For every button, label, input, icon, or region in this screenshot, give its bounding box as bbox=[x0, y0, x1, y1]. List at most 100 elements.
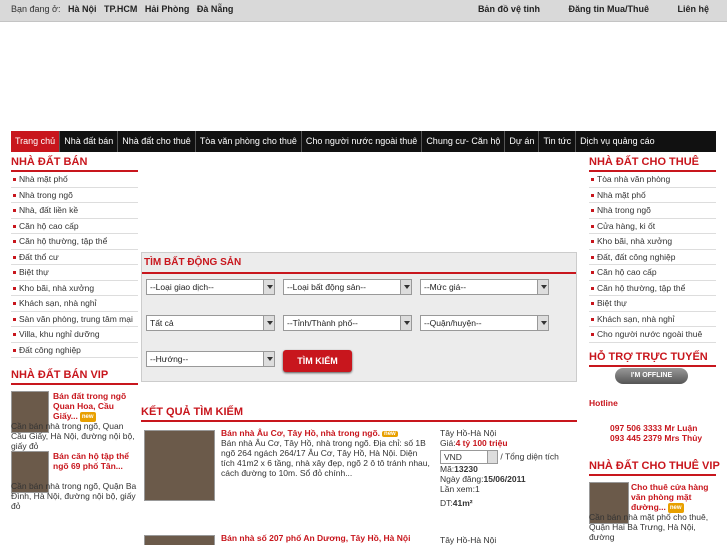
province-select[interactable]: --Tỉnh/Thành phố-- bbox=[283, 315, 412, 331]
chevron-down-icon bbox=[537, 280, 548, 294]
sale-item[interactable]: Đất thổ cư bbox=[11, 250, 138, 265]
category-select[interactable]: Tất cả bbox=[146, 315, 275, 331]
sale-item[interactable]: Khách sạn, nhà nghỉ bbox=[11, 296, 138, 312]
divider bbox=[589, 364, 716, 367]
divider bbox=[11, 383, 138, 385]
post-listing-link[interactable]: Đăng tin Mua/Thuê bbox=[568, 4, 649, 14]
top-bar: Bạn đang ở: Hà Nội TP.HCM Hải Phòng Đà N… bbox=[0, 0, 727, 22]
hotline-label: Hotline bbox=[589, 398, 618, 408]
nav-foreigners[interactable]: Cho người nước ngoài thuê bbox=[302, 131, 423, 152]
nav-for-sale[interactable]: Nhà đất bán bbox=[60, 131, 119, 152]
rent-item[interactable]: Kho bãi, nhà xưởng bbox=[589, 234, 716, 250]
sale-item[interactable]: Nhà trong ngõ bbox=[11, 188, 138, 203]
nav-projects[interactable]: Dự án bbox=[505, 131, 540, 152]
listing-area: DT:41m² bbox=[440, 498, 473, 508]
vip-desc: Cần bán nhà trong ngõ, Quận Ba Đình, Hà … bbox=[11, 481, 137, 511]
new-badge: new bbox=[382, 430, 398, 437]
listing-title[interactable]: Bán nhà số 207 phố An Dương, Tây Hồ, Hà … bbox=[221, 533, 410, 543]
rent-item[interactable]: Nhà trong ngõ bbox=[589, 203, 716, 219]
vip-title[interactable]: Cho thuê cửa hàng văn phòng mặt đường...… bbox=[631, 482, 716, 513]
city-link-hanoi[interactable]: Hà Nội bbox=[68, 4, 97, 14]
listing-location: Tây Hồ-Hà Nội bbox=[440, 428, 497, 438]
city-link-danang[interactable]: Đà Nẵng bbox=[197, 4, 234, 14]
support-heading: HỖ TRỢ TRỰC TUYẾN bbox=[589, 350, 708, 363]
listing-meta: Tây Hồ-Hà Nội Giá:4 tỷ 100 triệu VND / T… bbox=[440, 428, 574, 508]
listing-views: Lần xem:1 bbox=[440, 484, 480, 494]
rent-vip-section: NHÀ ĐẤT CHO THUÊ VIP Cho thuê cửa hàng v… bbox=[589, 460, 720, 542]
offline-status-button[interactable]: I'M OFFLINE bbox=[615, 368, 688, 384]
phone-number[interactable]: 097 506 3333 Mr Luận bbox=[610, 423, 702, 433]
search-button[interactable]: TÌM KIẾM bbox=[283, 350, 352, 372]
city-link-hcm[interactable]: TP.HCM bbox=[104, 4, 137, 14]
chevron-down-icon bbox=[487, 451, 497, 463]
city-link-haiphong[interactable]: Hải Phòng bbox=[145, 4, 190, 14]
vip-listing[interactable]: Bán căn hộ tập thể ngõ 69 phố Tân... Cần… bbox=[11, 451, 138, 511]
rent-item[interactable]: Cho người nước ngoài thuê bbox=[589, 327, 716, 343]
chevron-down-icon bbox=[400, 280, 411, 294]
price-unit-row: VND / Tổng diện tích bbox=[440, 450, 574, 464]
nav-apartments[interactable]: Chung cư- Căn hộ bbox=[422, 131, 506, 152]
sale-vip-heading: NHÀ ĐẤT BÁN VIP bbox=[11, 369, 109, 381]
chevron-down-icon bbox=[537, 316, 548, 330]
main-nav: Trang chủ Nhà đất bán Nhà đất cho thuê T… bbox=[11, 131, 716, 152]
divider bbox=[141, 420, 577, 422]
satellite-map-link[interactable]: Bản đồ vệ tinh bbox=[478, 4, 540, 14]
property-type-select[interactable]: --Loại bất động sản-- bbox=[283, 279, 412, 295]
rent-item[interactable]: Cửa hàng, ki ốt bbox=[589, 219, 716, 234]
sale-category-list: Nhà mặt phố Nhà trong ngõ Nhà, đất liền … bbox=[11, 172, 138, 358]
nav-office-rent[interactable]: Tòa văn phòng cho thuê bbox=[196, 131, 302, 152]
sale-item[interactable]: Nhà mặt phố bbox=[11, 172, 138, 188]
vip-listing[interactable]: Bán đất trong ngõ Quan Hoa, Cầu Giấy... n… bbox=[11, 391, 138, 451]
sale-item[interactable]: Kho bãi, nhà xưởng bbox=[11, 281, 138, 296]
location-selector: Bạn đang ở: Hà Nội TP.HCM Hải Phòng Đà N… bbox=[11, 4, 233, 14]
sale-item[interactable]: Sàn văn phòng, trung tâm mại bbox=[11, 312, 138, 327]
listing-thumbnail[interactable] bbox=[144, 430, 215, 501]
direction-select[interactable]: --Hướng-- bbox=[146, 351, 275, 367]
chevron-down-icon bbox=[263, 316, 274, 330]
divider bbox=[142, 272, 576, 274]
nav-home[interactable]: Trang chủ bbox=[11, 131, 61, 152]
rent-category-list: Tòa nhà văn phòng Nhà mặt phố Nhà trong … bbox=[589, 172, 716, 343]
price-range-select[interactable]: --Mức giá-- bbox=[420, 279, 549, 295]
transaction-type-select[interactable]: --Loại giao dịch-- bbox=[146, 279, 275, 295]
rent-item[interactable]: Tòa nhà văn phòng bbox=[589, 172, 716, 188]
chevron-down-icon bbox=[400, 316, 411, 330]
left-sidebar: NHÀ ĐẤT BÁN Nhà mặt phố Nhà trong ngõ Nh… bbox=[11, 156, 138, 511]
district-select[interactable]: --Quận/huyện-- bbox=[420, 315, 549, 331]
vip-listing[interactable]: Cho thuê cửa hàng văn phòng mặt đường...… bbox=[589, 482, 716, 542]
listing-thumbnail[interactable] bbox=[144, 535, 215, 545]
rent-item[interactable]: Căn hộ cao cấp bbox=[589, 265, 716, 281]
rent-item[interactable]: Nhà mặt phố bbox=[589, 188, 716, 203]
sale-item[interactable]: Biệt thự bbox=[11, 265, 138, 281]
hotline-phones: 097 506 3333 Mr Luận 093 445 2379 Mrs Th… bbox=[610, 423, 702, 443]
sale-item[interactable]: Căn hộ cao cấp bbox=[11, 219, 138, 234]
rent-item[interactable]: Biệt thự bbox=[589, 296, 716, 312]
sale-item[interactable]: Căn hộ thường, tập thể bbox=[11, 234, 138, 250]
rent-item[interactable]: Khách sạn, nhà nghỉ bbox=[589, 312, 716, 327]
search-title: TÌM BẤT ĐỘNG SẢN bbox=[144, 257, 242, 268]
listing-price: Giá:4 tỷ 100 triệu bbox=[440, 438, 508, 448]
sale-item[interactable]: Villa, khu nghỉ dưỡng bbox=[11, 327, 138, 343]
sale-item[interactable]: Nhà, đất liền kề bbox=[11, 203, 138, 219]
right-sidebar: NHÀ ĐẤT CHO THUÊ Tòa nhà văn phòng Nhà m… bbox=[589, 156, 716, 367]
rent-vip-heading: NHÀ ĐẤT CHO THUÊ VIP bbox=[589, 460, 720, 472]
chevron-down-icon bbox=[263, 352, 274, 366]
vip-title[interactable]: Bán căn hộ tập thể ngõ 69 phố Tân... bbox=[53, 451, 138, 471]
listing-description: Bán nhà Âu Cơ, Tây Hồ, nhà trong ngõ. Đị… bbox=[221, 438, 430, 478]
nav-for-rent[interactable]: Nhà đất cho thuê bbox=[118, 131, 196, 152]
contact-link[interactable]: Liên hệ bbox=[677, 4, 709, 14]
nav-ads[interactable]: Dịch vụ quảng cáo bbox=[576, 131, 659, 152]
vip-desc: Cần bán nhà trong ngõ, Quan Cầu Giấy, Hà… bbox=[11, 421, 135, 451]
rent-item[interactable]: Căn hộ thường, tập thể bbox=[589, 281, 716, 296]
vip-title[interactable]: Bán đất trong ngõ Quan Hoa, Cầu Giấy... n… bbox=[53, 391, 138, 422]
divider bbox=[589, 474, 716, 476]
listing-title[interactable]: Bán nhà Âu Cơ, Tây Hồ, nhà trong ngõ. new bbox=[221, 428, 398, 438]
results-heading: KẾT QUẢ TÌM KIẾM bbox=[141, 406, 244, 418]
sale-item[interactable]: Đất công nghiệp bbox=[11, 343, 138, 358]
listing-location: Tây Hồ-Hà Nội bbox=[440, 535, 497, 545]
location-prefix: Bạn đang ở: bbox=[11, 4, 61, 14]
nav-news[interactable]: Tin tức bbox=[539, 131, 577, 152]
currency-select[interactable]: VND bbox=[440, 450, 498, 464]
rent-item[interactable]: Đất, đất công nghiệp bbox=[589, 250, 716, 265]
phone-number[interactable]: 093 445 2379 Mrs Thủy bbox=[610, 433, 702, 443]
